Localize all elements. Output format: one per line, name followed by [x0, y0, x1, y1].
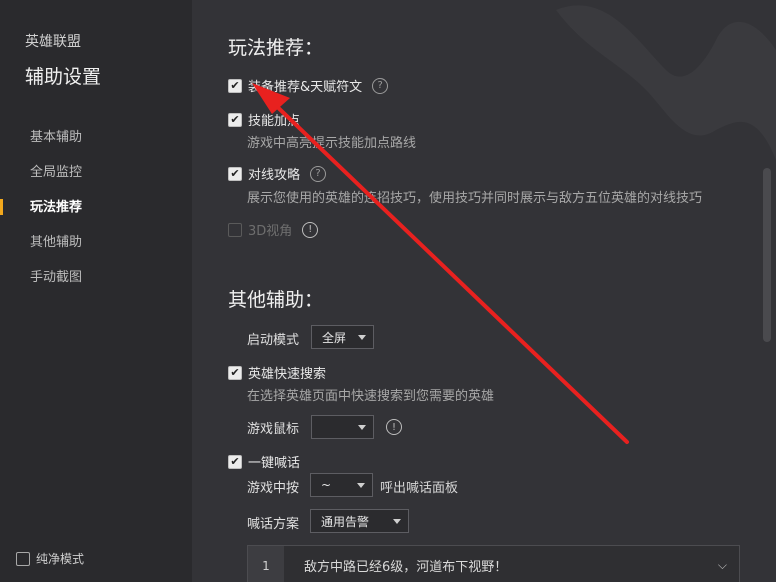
skill-points-label: 技能加点 [248, 114, 301, 129]
equip-recommend-label: 装备推荐&天赋符文 [248, 80, 363, 95]
launch-mode-label: 启动模式 [247, 333, 300, 348]
3d-view-option: 3D视角 ! [228, 220, 319, 239]
3d-view-label: 3D视角 [248, 224, 293, 239]
skill-points-option[interactable]: ✔ 技能加点 [228, 110, 300, 129]
shout-key-select[interactable]: ~ [310, 473, 373, 497]
hero-search-checkbox[interactable]: ✔ [228, 365, 242, 380]
scheme-item-text: 敌方中路已经6级，河道布下视野！ [304, 560, 508, 575]
scheme-item-number: 1 [248, 546, 284, 582]
lane-guide-checkbox[interactable]: ✔ [228, 166, 242, 181]
shout-scheme-label: 喊话方案 [247, 517, 300, 532]
main-panel: 玩法推荐： ✔ 装备推荐&天赋符文 ? ✔ 技能加点 游戏中高亮提示技能加点路线… [192, 0, 776, 582]
hero-search-label: 英雄快速搜索 [248, 367, 327, 382]
section-title-gameplay: 玩法推荐： [228, 37, 324, 59]
shout-key-prefix: 游戏中按 [247, 481, 300, 496]
sidebar-item-basic[interactable]: 基本辅助 [0, 128, 192, 163]
app-title: 英雄联盟 [25, 34, 81, 50]
shout-scheme-select[interactable]: 通用告警 [310, 509, 409, 533]
scrollbar[interactable] [763, 168, 771, 342]
pure-mode-toggle[interactable]: 纯净模式 [16, 550, 84, 567]
hero-search-desc: 在选择英雄页面中快速搜索到您需要的英雄 [247, 389, 495, 404]
page-title: 辅助设置 [25, 66, 102, 88]
quick-shout-label: 一键喊话 [248, 456, 301, 471]
launch-mode-value: 全屏 [322, 330, 347, 345]
3d-view-checkbox [228, 222, 242, 237]
shout-scheme-item[interactable]: 1 敌方中路已经6级，河道布下视野！ ⌵ [247, 545, 740, 582]
equip-recommend-option[interactable]: ✔ 装备推荐&天赋符文 ? [228, 76, 389, 95]
sidebar-item-global-monitor[interactable]: 全局监控 [0, 163, 192, 198]
shout-key-suffix: 呼出喊话面板 [380, 481, 459, 496]
lane-guide-option[interactable]: ✔ 对线攻略 ? [228, 164, 327, 183]
game-mouse-select[interactable] [311, 415, 374, 439]
chevron-down-icon[interactable]: ⌵ [718, 558, 727, 573]
shout-scheme-value: 通用告警 [321, 514, 370, 529]
skill-points-checkbox[interactable]: ✔ [228, 112, 242, 127]
chevron-down-icon [357, 483, 365, 488]
game-mouse-label: 游戏鼠标 [247, 422, 300, 437]
help-icon[interactable]: ? [310, 165, 327, 182]
chevron-down-icon [393, 519, 401, 524]
sidebar-item-gameplay[interactable]: 玩法推荐 [0, 198, 192, 233]
section-title-other: 其他辅助： [228, 289, 324, 311]
shout-key-value: ~ [321, 478, 332, 492]
wave-watermark-icon [556, 5, 776, 160]
sidebar-item-other[interactable]: 其他辅助 [0, 233, 192, 268]
chevron-down-icon [358, 335, 366, 340]
sidebar: 英雄联盟 辅助设置 基本辅助 全局监控 玩法推荐 其他辅助 手动截图 纯净模式 [0, 0, 192, 582]
lane-guide-desc: 展示您使用的英雄的连招技巧，使用技巧并同时展示与敌方五位英雄的对线技巧 [247, 191, 703, 206]
sidebar-item-screenshot[interactable]: 手动截图 [0, 268, 192, 303]
chevron-down-icon [358, 425, 366, 430]
quick-shout-option[interactable]: ✔ 一键喊话 [228, 452, 300, 471]
sidebar-nav: 基本辅助 全局监控 玩法推荐 其他辅助 手动截图 [0, 128, 192, 303]
pure-mode-label: 纯净模式 [36, 552, 85, 566]
help-icon[interactable]: ? [372, 77, 389, 94]
pure-mode-checkbox[interactable] [16, 551, 30, 566]
lane-guide-label: 对线攻略 [248, 168, 301, 183]
equip-recommend-checkbox[interactable]: ✔ [228, 78, 242, 93]
info-icon[interactable]: ! [302, 221, 319, 238]
info-icon[interactable]: ! [386, 419, 402, 435]
quick-shout-checkbox[interactable]: ✔ [228, 454, 242, 469]
launch-mode-select[interactable]: 全屏 [311, 325, 374, 349]
hero-search-option[interactable]: ✔ 英雄快速搜索 [228, 363, 326, 382]
skill-points-desc: 游戏中高亮提示技能加点路线 [247, 136, 417, 151]
